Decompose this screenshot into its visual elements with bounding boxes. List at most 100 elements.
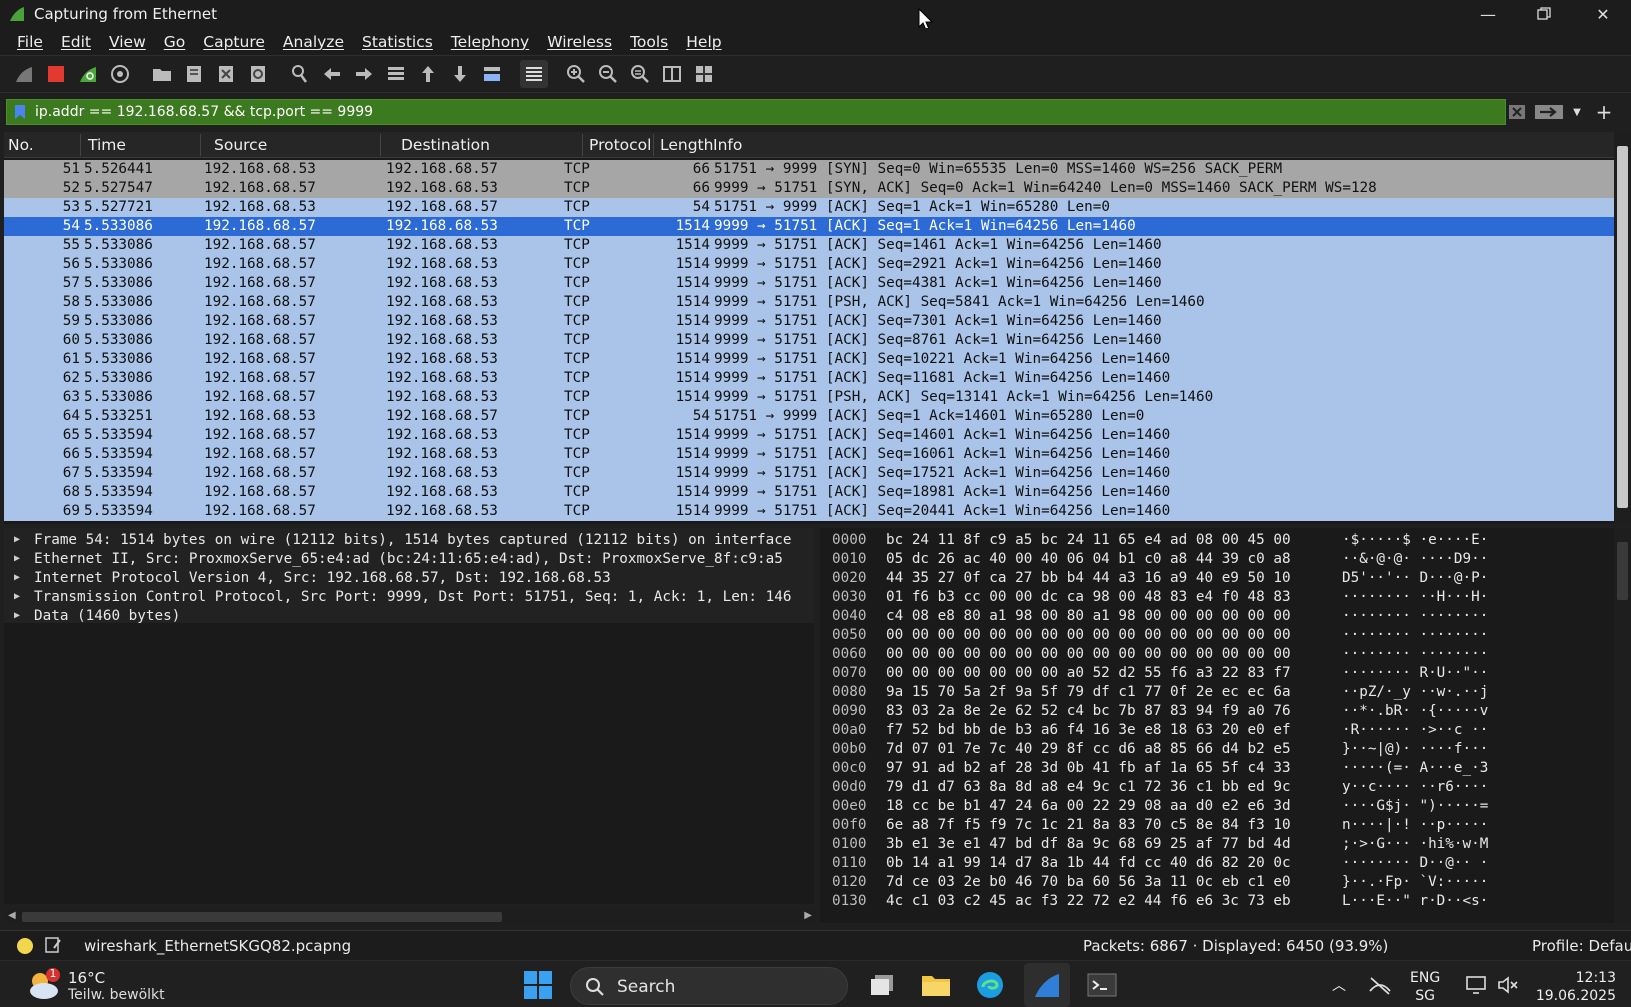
packet-row[interactable]: 66 5.533594 192.168.68.57 192.168.68.53 TCP 1… bbox=[4, 445, 1614, 464]
column-length[interactable]: Length bbox=[660, 136, 713, 154]
scroll-thumb[interactable] bbox=[1617, 146, 1628, 508]
expand-arrow-icon[interactable]: ▶ bbox=[14, 553, 20, 564]
packet-row[interactable]: 54 5.533086 192.168.68.57 192.168.68.53 TCP 1… bbox=[4, 217, 1614, 236]
packet-row[interactable]: 63 5.533086 192.168.68.57 192.168.68.53 TCP 1… bbox=[4, 388, 1614, 407]
layout-button[interactable] bbox=[690, 60, 718, 88]
auto-scroll-button[interactable] bbox=[478, 60, 506, 88]
hex-row[interactable]: 00c0 97 91 ad b2 af 28 3d 0b 41 fb af 1a … bbox=[820, 760, 1620, 779]
scroll-thumb[interactable] bbox=[1617, 542, 1628, 600]
weather-widget[interactable]: 1 bbox=[26, 967, 64, 1007]
hex-row[interactable]: 0110 0b 14 a1 99 14 d7 8a 1b 44 fd cc 40 … bbox=[820, 855, 1620, 874]
restart-capture-button[interactable] bbox=[74, 60, 102, 88]
scroll-left-icon[interactable]: ◀ bbox=[8, 910, 16, 921]
column-info[interactable]: Info bbox=[713, 136, 742, 154]
close-file-button[interactable] bbox=[212, 60, 240, 88]
apply-filter-button[interactable] bbox=[1532, 99, 1566, 125]
packet-row[interactable]: 69 5.533594 192.168.68.57 192.168.68.53 TCP 1… bbox=[4, 502, 1614, 521]
start-capture-button[interactable] bbox=[10, 60, 38, 88]
zoom-out-button[interactable] bbox=[594, 60, 622, 88]
menu-edit[interactable]: Edit bbox=[52, 33, 100, 51]
save-file-button[interactable] bbox=[180, 60, 208, 88]
packet-row[interactable]: 51 5.526441 192.168.68.53 192.168.68.57 TCP 6… bbox=[4, 160, 1614, 179]
scroll-thumb[interactable] bbox=[22, 912, 502, 922]
column-protocol[interactable]: Protocol bbox=[589, 136, 651, 154]
packet-row[interactable]: 56 5.533086 192.168.68.57 192.168.68.53 TCP 1… bbox=[4, 255, 1614, 274]
recent-filters-dropdown[interactable]: ▼ bbox=[1568, 99, 1586, 125]
hex-row[interactable]: 0050 00 00 00 00 00 00 00 00 00 00 00 00 … bbox=[820, 627, 1620, 646]
packet-row[interactable]: 64 5.533251 192.168.68.53 192.168.68.57 TCP 5… bbox=[4, 407, 1614, 426]
expand-arrow-icon[interactable]: ▶ bbox=[14, 610, 20, 621]
expert-info-icon[interactable] bbox=[16, 937, 34, 959]
network-status[interactable] bbox=[1366, 961, 1394, 1007]
display-filter-input[interactable]: ip.addr == 192.168.68.57 && tcp.port == … bbox=[33, 104, 373, 120]
menu-statistics[interactable]: Statistics bbox=[353, 33, 442, 51]
hex-row[interactable]: 00a0 f7 52 bd bb de b3 a6 f4 16 3e e8 18 … bbox=[820, 722, 1620, 741]
zoom-in-button[interactable] bbox=[562, 60, 590, 88]
clear-filter-button[interactable] bbox=[1504, 99, 1530, 125]
column-no[interactable]: No. bbox=[8, 136, 34, 154]
colorize-button[interactable] bbox=[520, 60, 548, 88]
menu-telephony[interactable]: Telephony bbox=[442, 33, 538, 51]
input-language[interactable]: ENG SG bbox=[1410, 969, 1440, 1005]
expand-arrow-icon[interactable]: ▶ bbox=[14, 591, 20, 602]
display-status[interactable] bbox=[1462, 961, 1490, 1007]
hex-row[interactable]: 0060 00 00 00 00 00 00 00 00 00 00 00 00 … bbox=[820, 646, 1620, 665]
resize-columns-button[interactable] bbox=[658, 60, 686, 88]
taskbar-search[interactable]: Search bbox=[570, 967, 848, 1005]
minimize-button[interactable]: — bbox=[1460, 0, 1516, 28]
normal-size-button[interactable] bbox=[626, 60, 654, 88]
packet-row[interactable]: 55 5.533086 192.168.68.57 192.168.68.53 TCP 1… bbox=[4, 236, 1614, 255]
packet-row[interactable]: 62 5.533086 192.168.68.57 192.168.68.53 TCP 1… bbox=[4, 369, 1614, 388]
menu-go[interactable]: Go bbox=[155, 33, 195, 51]
menu-capture[interactable]: Capture bbox=[194, 33, 274, 51]
profile-label[interactable]: Profile: Default bbox=[1532, 937, 1631, 955]
stop-capture-button[interactable] bbox=[42, 60, 70, 88]
menu-wireless[interactable]: Wireless bbox=[538, 33, 621, 51]
capture-options-button[interactable] bbox=[106, 60, 134, 88]
hex-row[interactable]: 0130 4c c1 03 c2 45 ac f3 22 72 e2 44 f6 … bbox=[820, 893, 1620, 912]
tree-item-data[interactable]: ▶ Data (1460 bytes) bbox=[4, 608, 814, 627]
task-view-button[interactable] bbox=[862, 961, 902, 1007]
hex-row[interactable]: 0120 7d ce 03 2e b0 46 70 ba 60 56 3a 11 … bbox=[820, 874, 1620, 893]
reload-file-button[interactable] bbox=[244, 60, 272, 88]
wireshark-taskbar-button[interactable] bbox=[1024, 963, 1070, 1007]
find-packet-button[interactable] bbox=[286, 60, 314, 88]
go-back-button[interactable] bbox=[318, 60, 346, 88]
capture-comment-icon[interactable] bbox=[44, 936, 62, 958]
packet-row[interactable]: 65 5.533594 192.168.68.57 192.168.68.53 TCP 1… bbox=[4, 426, 1614, 445]
hex-row[interactable]: 00b0 7d 07 01 7e 7c 40 29 8f cc d6 a8 85 … bbox=[820, 741, 1620, 760]
tree-item-ethernet[interactable]: ▶ Ethernet II, Src: ProxmoxServe_65:e4:ad… bbox=[4, 551, 814, 570]
go-first-button[interactable] bbox=[414, 60, 442, 88]
hex-row[interactable]: 0000 bc 24 11 8f c9 a5 bc 24 11 65 e4 ad … bbox=[820, 532, 1620, 551]
hex-row[interactable]: 0010 05 dc 26 ac 40 00 40 06 04 b1 c0 a8 … bbox=[820, 551, 1620, 570]
tree-item-frame[interactable]: ▶ Frame 54: 1514 bytes on wire (12112 bit… bbox=[4, 532, 814, 551]
menu-view[interactable]: View bbox=[100, 33, 155, 51]
hex-row[interactable]: 0070 00 00 00 00 00 00 00 a0 52 d2 55 f6 … bbox=[820, 665, 1620, 684]
packet-row[interactable]: 59 5.533086 192.168.68.57 192.168.68.53 TCP 1… bbox=[4, 312, 1614, 331]
expand-arrow-icon[interactable]: ▶ bbox=[14, 534, 20, 545]
edge-browser-button[interactable] bbox=[970, 961, 1010, 1007]
expand-arrow-icon[interactable]: ▶ bbox=[14, 572, 20, 583]
packet-row[interactable]: 67 5.533594 192.168.68.57 192.168.68.53 TCP 1… bbox=[4, 464, 1614, 483]
bytes-scrollbar[interactable] bbox=[1614, 528, 1631, 923]
go-to-packet-button[interactable] bbox=[382, 60, 410, 88]
hex-row[interactable]: 00e0 18 cc be b1 47 24 6a 00 22 29 08 aa … bbox=[820, 798, 1620, 817]
hex-row[interactable]: 0040 c4 08 e8 80 a1 98 00 80 a1 98 00 00 … bbox=[820, 608, 1620, 627]
volume-status[interactable] bbox=[1494, 961, 1522, 1007]
menu-file[interactable]: File bbox=[8, 33, 52, 51]
file-explorer-button[interactable] bbox=[916, 961, 956, 1007]
go-forward-button[interactable] bbox=[350, 60, 378, 88]
hex-row[interactable]: 0030 01 f6 b3 cc 00 00 dc ca 98 00 48 83 … bbox=[820, 589, 1620, 608]
column-time[interactable]: Time bbox=[88, 136, 126, 154]
packet-row[interactable]: 57 5.533086 192.168.68.57 192.168.68.53 TCP 1… bbox=[4, 274, 1614, 293]
hex-row[interactable]: 0090 83 03 2a 8e 2e 62 52 c4 bc 7b 87 83 … bbox=[820, 703, 1620, 722]
details-horizontal-scrollbar[interactable]: ◀ ▶ bbox=[4, 909, 816, 925]
start-button[interactable] bbox=[518, 961, 558, 1007]
column-destination[interactable]: Destination bbox=[401, 136, 490, 154]
add-filter-button[interactable]: + bbox=[1592, 99, 1616, 125]
menu-tools[interactable]: Tools bbox=[621, 33, 677, 51]
open-file-button[interactable] bbox=[148, 60, 176, 88]
packet-row[interactable]: 60 5.533086 192.168.68.57 192.168.68.53 TCP 1… bbox=[4, 331, 1614, 350]
go-last-button[interactable] bbox=[446, 60, 474, 88]
hex-row[interactable]: 00d0 79 d1 d7 63 8a 8d a8 e4 9c c1 72 36 … bbox=[820, 779, 1620, 798]
